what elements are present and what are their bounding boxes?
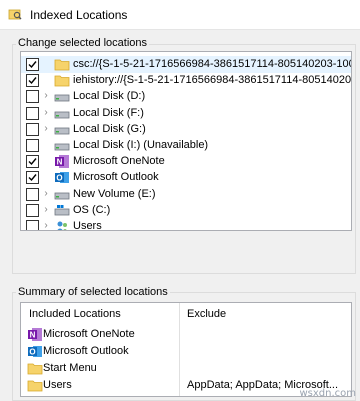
locations-tree[interactable]: csc://{S-1-5-21-1716566984-3861517114-80…	[20, 51, 352, 231]
tree-item-label: iehistory://{S-1-5-21-1716566984-3861517…	[73, 74, 352, 87]
exclude-header: Exclude	[187, 308, 227, 320]
tree-row[interactable]: › Users	[21, 218, 351, 231]
tree-item-label: Local Disk (I:) (Unavailable)	[73, 139, 209, 151]
summary-label: Summary of selected locations	[16, 286, 170, 298]
folder-icon	[27, 378, 43, 393]
chevron-right-icon[interactable]: ›	[41, 123, 51, 134]
location-checkbox[interactable]	[26, 122, 39, 136]
location-checkbox[interactable]	[26, 90, 39, 104]
tree-row[interactable]: Local Disk (I:) (Unavailable)	[21, 137, 351, 154]
location-checkbox[interactable]	[26, 171, 39, 185]
chevron-right-icon[interactable]: ›	[41, 221, 51, 231]
summary-row: N Microsoft OneNote	[21, 326, 351, 343]
chevron-right-icon[interactable]: ›	[41, 91, 51, 101]
summary-table[interactable]: Included Locations Exclude N Microsoft On…	[20, 302, 352, 397]
folder-icon	[54, 73, 70, 88]
included-location-name: Microsoft OneNote	[43, 328, 135, 340]
chevron-right-icon[interactable]: ›	[41, 188, 51, 199]
tree-row[interactable]: › Local Disk (F:)	[21, 105, 351, 122]
location-checkbox[interactable]	[26, 74, 39, 88]
chevron-right-icon[interactable]: ›	[41, 107, 51, 118]
folder-icon	[27, 361, 43, 376]
included-locations-header: Included Locations	[29, 308, 121, 320]
window-title: Indexed Locations	[30, 8, 128, 22]
users-icon	[54, 219, 70, 230]
tree-row[interactable]: › Local Disk (G:)	[21, 121, 351, 138]
outlook-icon: O	[54, 170, 70, 185]
tree-item-label: Microsoft Outlook	[73, 171, 159, 184]
tree-item-label: Local Disk (G:)	[73, 122, 146, 135]
tree-item-label: OS (C:)	[73, 203, 111, 216]
location-checkbox[interactable]	[26, 139, 39, 152]
onenote-icon: N	[27, 327, 43, 342]
tree-row[interactable]: O Microsoft Outlook	[21, 169, 351, 186]
folder-icon	[54, 57, 70, 72]
tree-item-label: New Volume (E:)	[73, 187, 156, 200]
tree-row[interactable]: N Microsoft OneNote	[21, 153, 351, 170]
tree-row[interactable]: iehistory://{S-1-5-21-1716566984-3861517…	[21, 72, 352, 89]
svg-text:O: O	[56, 174, 62, 183]
location-checkbox[interactable]	[26, 155, 39, 169]
included-location-name: Users	[43, 379, 72, 391]
outlook-icon: O	[27, 344, 43, 359]
tree-item-label: csc://{S-1-5-21-1716566984-3861517114-80…	[73, 58, 352, 70]
chevron-right-icon[interactable]: ›	[41, 204, 51, 215]
location-checkbox[interactable]	[26, 106, 39, 120]
included-location-name: Start Menu	[43, 362, 97, 374]
location-checkbox[interactable]	[26, 203, 39, 217]
watermark: wsxdn.com	[299, 388, 356, 399]
tree-row[interactable]: csc://{S-1-5-21-1716566984-3861517114-80…	[21, 56, 352, 73]
summary-row: Start Menu	[21, 360, 351, 377]
os-drive-icon	[54, 203, 70, 218]
tree-item-label: Microsoft OneNote	[73, 155, 165, 168]
drive-icon	[54, 106, 70, 121]
tree-item-label: Users	[73, 220, 102, 231]
tree-item-label: Local Disk (D:)	[73, 90, 146, 103]
svg-text:N: N	[57, 158, 63, 167]
svg-text:N: N	[30, 331, 36, 340]
tree-item-label: Local Disk (F:)	[73, 106, 144, 119]
svg-text:O: O	[29, 348, 35, 357]
summary-row: O Microsoft Outlook	[21, 343, 351, 360]
drive-icon	[54, 187, 70, 202]
location-checkbox[interactable]	[26, 58, 39, 71]
location-checkbox[interactable]	[26, 220, 39, 230]
indexing-options-icon	[8, 9, 22, 20]
title-bar[interactable]: Indexed Locations	[0, 0, 360, 30]
location-checkbox[interactable]	[26, 187, 39, 201]
onenote-icon: N	[54, 154, 70, 169]
drive-icon	[54, 89, 70, 104]
drive-icon	[54, 122, 70, 137]
tree-row[interactable]: › OS (C:)	[21, 202, 351, 219]
tree-row[interactable]: › Local Disk (D:)	[21, 88, 351, 105]
included-location-name: Microsoft Outlook	[43, 345, 129, 357]
change-locations-label: Change selected locations	[16, 37, 150, 49]
tree-row[interactable]: › New Volume (E:)	[21, 186, 351, 203]
drive-icon	[54, 138, 70, 153]
